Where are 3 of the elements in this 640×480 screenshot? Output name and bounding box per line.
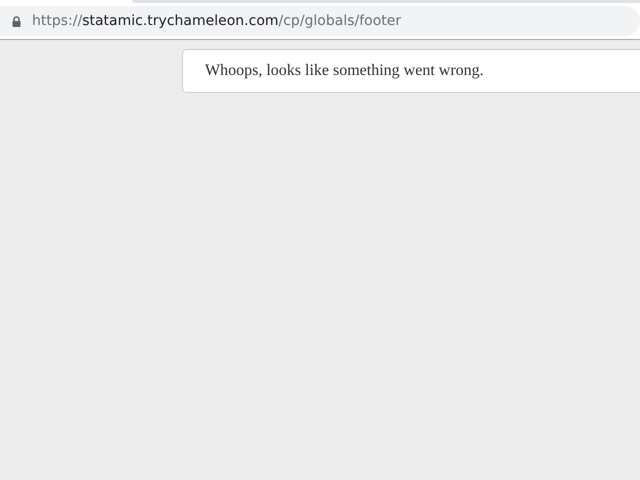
- address-bar[interactable]: https://statamic.trychameleon.com/cp/globals/footer: [0, 6, 640, 36]
- browser-tab[interactable]: [132, 0, 640, 3]
- error-message: Whoops, looks like something went wrong.: [205, 62, 484, 80]
